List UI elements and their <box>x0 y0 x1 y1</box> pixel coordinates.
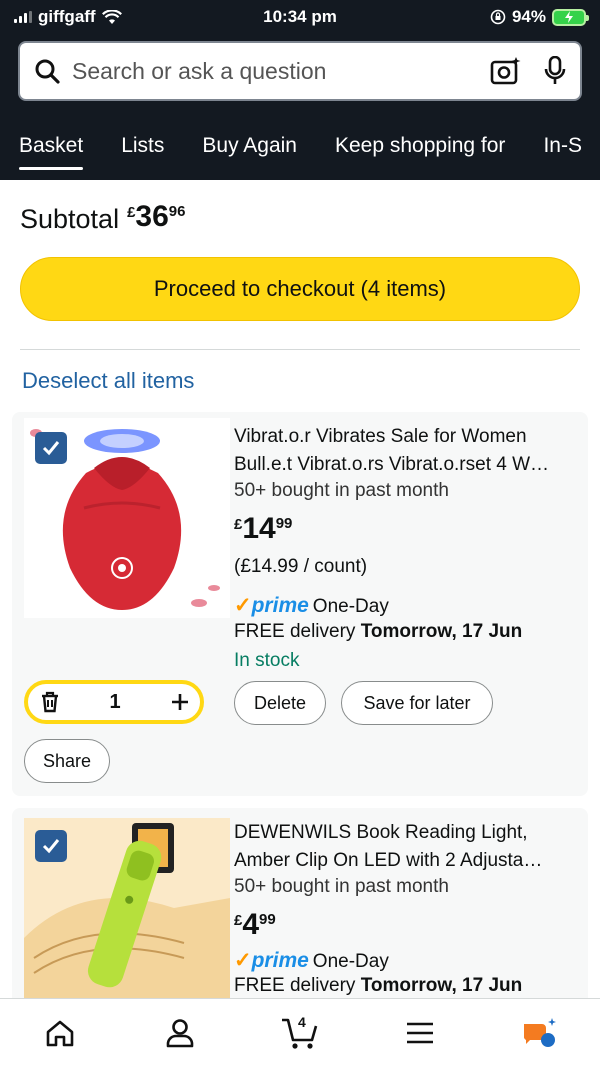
nav-account[interactable] <box>150 1008 210 1058</box>
nav-basket[interactable]: 4 <box>270 1008 330 1058</box>
bought-count: 50+ bought in past month <box>234 480 449 501</box>
plus-icon[interactable] <box>170 692 190 712</box>
divider <box>20 349 580 350</box>
microphone-icon[interactable] <box>544 56 566 86</box>
delete-button[interactable]: Delete <box>234 681 326 725</box>
subtotal-label: Subtotal <box>20 204 120 234</box>
item-price: £ 14 99 <box>234 512 293 545</box>
prime-delivery: ✓prime One-Day <box>234 594 389 617</box>
save-for-later-button[interactable]: Save for later <box>341 681 493 725</box>
unit-price: (£14.99 / count) <box>234 556 368 577</box>
search-input[interactable]: Search or ask a question <box>72 58 490 85</box>
tab-lists[interactable]: Lists <box>121 128 164 172</box>
user-icon <box>166 1019 194 1048</box>
signal-icon <box>14 11 32 23</box>
menu-icon <box>407 1022 433 1044</box>
subtotal-price: £ 36 96 <box>127 200 186 233</box>
search-icon <box>35 59 60 84</box>
wifi-icon <box>101 9 122 24</box>
prime-badge: ✓prime <box>234 594 309 617</box>
tab-keep-shopping-for[interactable]: Keep shopping for <box>335 128 505 172</box>
item-price: £ 4 99 <box>234 908 276 941</box>
tab-bar: Basket Lists Buy Again Keep shopping for… <box>0 128 600 172</box>
product-title[interactable]: Vibrat.o.r Vibrates Sale for Women Bull.… <box>234 423 578 479</box>
camera-search-icon[interactable] <box>490 56 522 86</box>
item-checkbox[interactable] <box>35 432 67 464</box>
delivery-info: FREE delivery Tomorrow, 17 Jun <box>234 975 523 996</box>
bought-count: 50+ bought in past month <box>234 876 449 897</box>
orientation-lock-icon <box>490 9 506 25</box>
basket-item: DEWENWILS Book Reading Light, Amber Clip… <box>12 808 588 1018</box>
proceed-to-checkout-button[interactable]: Proceed to checkout (4 items) <box>20 257 580 321</box>
prime-badge: ✓prime <box>234 949 309 972</box>
tab-buy-again[interactable]: Buy Again <box>202 128 297 172</box>
item-checkbox[interactable] <box>35 830 67 862</box>
status-bar: giffgaff 10:34 pm 94% <box>0 0 600 34</box>
carrier-name: giffgaff <box>38 7 96 26</box>
delivery-info: FREE delivery Tomorrow, 17 Jun <box>234 621 523 642</box>
battery-percent: 94% <box>511 7 546 26</box>
search-bar[interactable]: Search or ask a question <box>18 41 582 101</box>
rufus-assistant-icon <box>523 1018 556 1047</box>
product-title[interactable]: DEWENWILS Book Reading Light, Amber Clip… <box>234 819 578 875</box>
battery-icon <box>552 8 589 26</box>
nav-menu[interactable] <box>390 1008 450 1058</box>
nav-home[interactable] <box>30 1008 90 1058</box>
cart-count: 4 <box>298 1014 306 1030</box>
basket-item: Vibrat.o.r Vibrates Sale for Women Bull.… <box>12 412 588 796</box>
home-icon <box>46 1020 74 1047</box>
header: giffgaff 10:34 pm 94% Search or ask a qu… <box>0 0 600 180</box>
share-button[interactable]: Share <box>24 739 110 783</box>
deselect-all-link[interactable]: Deselect all items <box>22 368 194 394</box>
nav-rufus[interactable] <box>510 1008 570 1058</box>
subtotal: Subtotal £ 36 96 <box>20 200 185 235</box>
checkmark-icon <box>42 839 60 854</box>
trash-icon[interactable] <box>40 691 60 713</box>
tab-basket[interactable]: Basket <box>19 128 84 172</box>
prime-delivery: ✓prime One-Day <box>234 949 389 972</box>
bottom-navigation: 4 <box>0 998 600 1067</box>
quantity-stepper[interactable]: 1 <box>24 680 204 724</box>
stock-status: In stock <box>234 650 300 671</box>
tab-in-store[interactable]: In-S <box>543 128 582 172</box>
checkmark-icon <box>42 441 60 456</box>
quantity-value: 1 <box>109 690 121 713</box>
